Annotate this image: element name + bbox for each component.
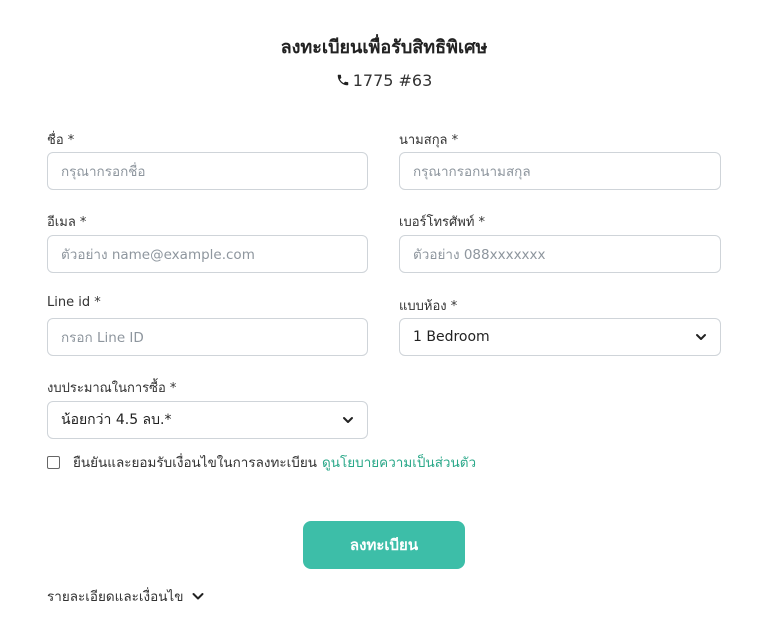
line-id-label: Line id * bbox=[47, 295, 101, 310]
phone-icon bbox=[337, 74, 348, 86]
email-input[interactable]: ตัวอย่าง name@example.com bbox=[47, 235, 368, 273]
phone-label: เบอร์โทรศัพท์ * bbox=[399, 215, 486, 230]
room-type-value: 1 Bedroom bbox=[413, 329, 490, 345]
phone-contact[interactable]: 1775 #63 bbox=[0, 71, 768, 90]
chevron-down-icon bbox=[192, 593, 204, 600]
phone-input[interactable]: ตัวอย่าง 088xxxxxxx bbox=[399, 235, 721, 273]
terms-details-toggle[interactable]: รายละเอียดและเงื่อนไข bbox=[47, 585, 205, 607]
privacy-policy-link[interactable]: ดูนโยบายความเป็นส่วนตัว bbox=[322, 451, 476, 473]
last-name-placeholder: กรุณากรอกนามสกุล bbox=[413, 164, 531, 180]
budget-label: งบประมาณในการซื้อ * bbox=[47, 381, 177, 396]
terms-details-label: รายละเอียดและเงื่อนไข bbox=[47, 589, 184, 605]
first-name-input[interactable]: กรุณากรอกชื่อ bbox=[47, 152, 368, 190]
register-button[interactable]: ลงทะเบียน bbox=[303, 521, 465, 569]
room-type-label: แบบห้อง * bbox=[399, 299, 458, 314]
last-name-label: นามสกุล * bbox=[399, 133, 459, 148]
budget-select[interactable]: น้อยกว่า 4.5 ลบ.* bbox=[47, 401, 368, 439]
page-title: ลงทะเบียนเพื่อรับสิทธิพิเศษ bbox=[280, 37, 488, 58]
line-id-input[interactable]: กรอก Line ID bbox=[47, 318, 368, 356]
budget-value: น้อยกว่า 4.5 ลบ.* bbox=[61, 412, 172, 428]
chevron-down-icon bbox=[696, 334, 706, 340]
consent-row: ยืนยันและยอมรับเงื่อนไขในการลงทะเบียน ดู… bbox=[47, 451, 476, 473]
first-name-placeholder: กรุณากรอกชื่อ bbox=[61, 164, 146, 180]
email-placeholder: ตัวอย่าง name@example.com bbox=[61, 247, 255, 263]
room-type-select[interactable]: 1 Bedroom bbox=[399, 318, 721, 356]
consent-checkbox[interactable] bbox=[47, 455, 60, 469]
phone-number-text: 1775 #63 bbox=[352, 71, 433, 90]
phone-placeholder: ตัวอย่าง 088xxxxxxx bbox=[413, 247, 546, 263]
last-name-input[interactable]: กรุณากรอกนามสกุล bbox=[399, 152, 721, 190]
email-label: อีเมล * bbox=[47, 215, 87, 230]
line-id-placeholder: กรอก Line ID bbox=[61, 330, 144, 346]
consent-text: ยืนยันและยอมรับเงื่อนไขในการลงทะเบียน bbox=[73, 455, 317, 471]
chevron-down-icon bbox=[343, 417, 353, 423]
first-name-label: ชื่อ * bbox=[47, 133, 75, 148]
